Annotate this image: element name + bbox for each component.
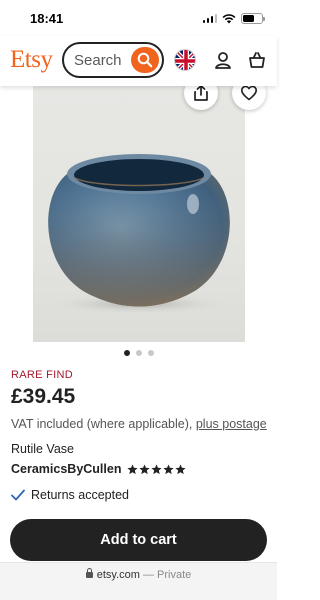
cart-icon[interactable] — [246, 49, 268, 71]
status-icons — [202, 12, 265, 24]
vat-text: VAT included (where applicable), — [11, 417, 193, 431]
vat-info: VAT included (where applicable), plus po… — [11, 417, 267, 431]
search-icon — [137, 52, 153, 68]
add-to-cart-button[interactable]: Add to cart — [10, 519, 267, 561]
star-icon — [139, 463, 151, 474]
star-icon — [163, 463, 175, 474]
checkmark-icon — [11, 489, 25, 501]
carousel-dot[interactable] — [147, 350, 154, 356]
star-icon — [151, 463, 163, 474]
uk-flag-icon[interactable] — [174, 49, 196, 71]
product-title: Rutile Vase — [11, 442, 74, 456]
product-image-carousel[interactable] — [0, 76, 277, 342]
etsy-logo[interactable]: Etsy — [10, 46, 53, 74]
search-button[interactable] — [131, 47, 159, 73]
private-mode-label: Private — [157, 569, 192, 581]
vase-image — [48, 154, 230, 314]
returns-text: Returns accepted — [31, 488, 129, 502]
shop-name-link[interactable]: CeramicsByCullen — [11, 462, 121, 476]
browser-url-bar[interactable]: etsy.com — Private — [0, 562, 277, 600]
url-separator: — — [142, 569, 154, 581]
url-display: etsy.com — Private — [0, 568, 277, 581]
carousel-dots — [0, 350, 277, 356]
lock-icon — [85, 568, 93, 578]
shop-row: CeramicsByCullen — [11, 462, 187, 476]
account-icon[interactable] — [212, 49, 234, 71]
status-time: 18:41 — [30, 11, 64, 26]
status-bar: 18:41 — [0, 0, 277, 36]
wifi-icon — [222, 13, 236, 23]
site-header: Etsy Search — [0, 36, 277, 86]
search-input[interactable]: Search — [62, 42, 164, 78]
url-domain: etsy.com — [96, 569, 140, 581]
carousel-dot[interactable] — [123, 350, 130, 356]
rare-find-badge: RARE FIND — [11, 369, 73, 381]
rating-stars — [127, 463, 187, 475]
battery-icon — [241, 12, 265, 24]
postage-link[interactable]: plus postage — [196, 417, 267, 431]
carousel-dot[interactable] — [135, 350, 142, 356]
price: £39.45 — [11, 385, 76, 408]
heart-icon — [241, 85, 257, 101]
returns-info: Returns accepted — [11, 488, 129, 502]
star-icon — [127, 463, 139, 474]
star-icon — [175, 463, 187, 474]
signal-icon — [202, 13, 217, 23]
share-icon — [194, 84, 208, 101]
search-placeholder: Search — [74, 52, 122, 69]
